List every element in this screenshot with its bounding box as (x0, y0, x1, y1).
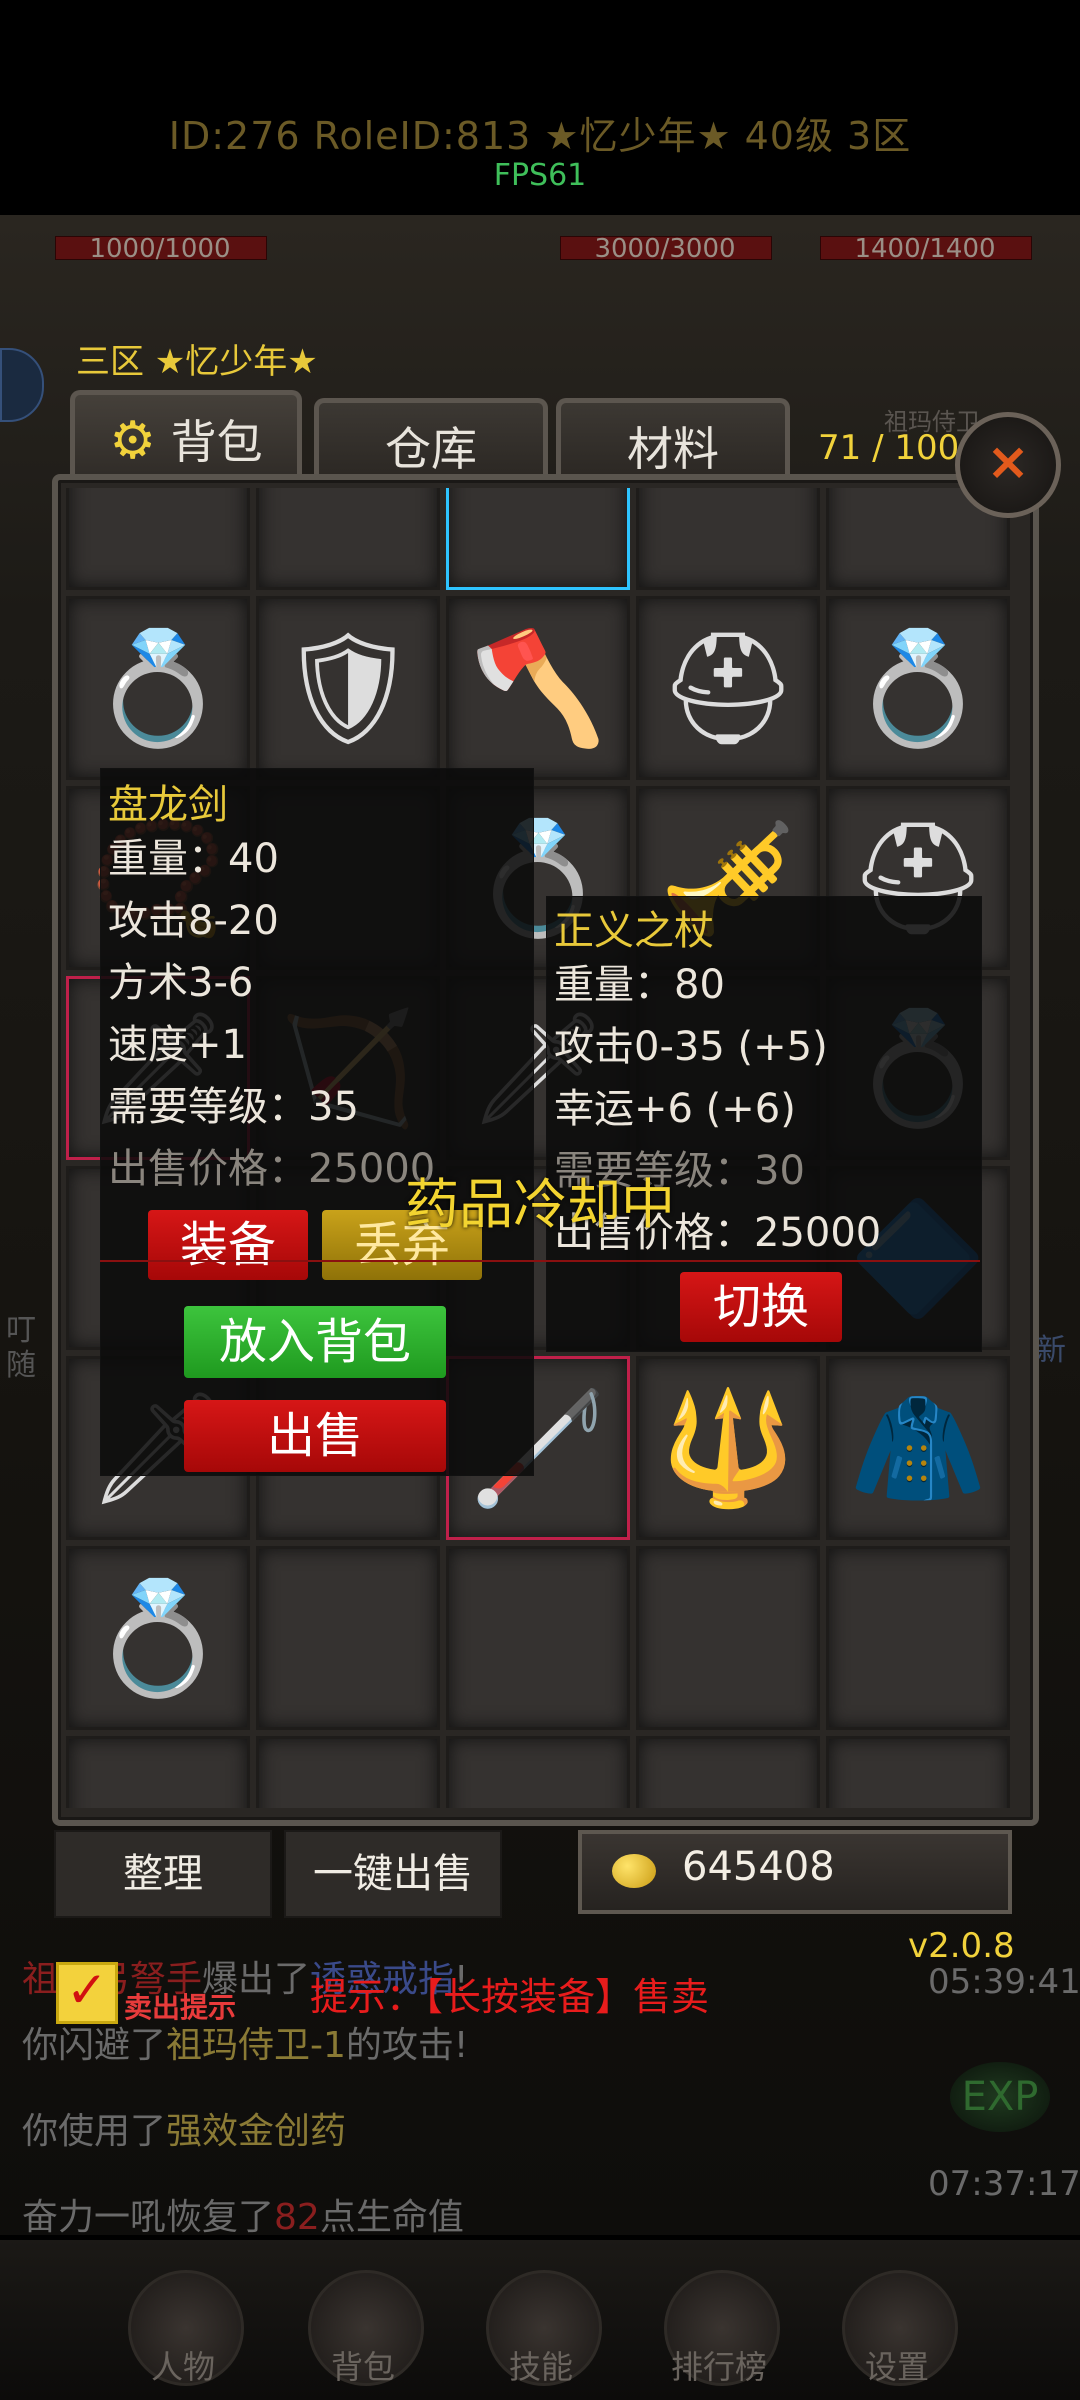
inventory-slot[interactable]: 🔱 (636, 1356, 820, 1540)
battle-axe-icon: 🪓 (469, 623, 607, 752)
stat-line: 方术3-6 (108, 960, 254, 1006)
hp-text-right: 1400/1400 (854, 234, 996, 264)
sort-button[interactable]: 整理 (54, 1830, 272, 1918)
stat-line: 攻击8-20 (108, 898, 279, 944)
inventory-slot[interactable]: 🪓 (446, 596, 630, 780)
inventory-slot[interactable] (446, 1736, 630, 1808)
server-player-name: 三区 ★忆少年★ (76, 342, 318, 382)
tooltip-left-title: 盘龙剑 (108, 782, 228, 828)
inventory-slot[interactable] (636, 1736, 820, 1808)
stat-line: 速度+1 (108, 1022, 247, 1068)
inventory-slot[interactable] (66, 1736, 250, 1808)
close-button[interactable]: × (955, 412, 1061, 518)
tab-bag[interactable]: ⚙ 背包 (70, 390, 302, 485)
gear-icon: ⚙ (109, 411, 156, 471)
cooldown-message: 药品冷却中 (405, 1173, 675, 1236)
hp-text-left: 1000/1000 (89, 234, 231, 264)
tab-materials-label: 材料 (627, 422, 719, 476)
nav-settings-label: 设置 (864, 2348, 929, 2386)
equip-button[interactable]: 装备 (148, 1210, 308, 1280)
gold-display: 645408 (578, 1830, 1012, 1914)
inventory-slot[interactable] (256, 1736, 440, 1808)
fps-counter: FPS61 (493, 158, 587, 193)
nav-skills-label: 技能 (508, 2348, 573, 2386)
armor-icon: 🛡 (278, 623, 418, 752)
gold-amount: 645408 (682, 1844, 835, 1890)
side-text-left-2: 随 (6, 1348, 36, 1383)
stat-line: 幸运+6 (+6) (554, 1086, 796, 1132)
nav-bag-label: 背包 (330, 2348, 395, 2386)
inventory-slot[interactable] (446, 488, 630, 590)
tab-bag-label: 背包 (170, 415, 263, 469)
inventory-slot[interactable] (66, 488, 250, 590)
inventory-slot[interactable] (256, 488, 440, 590)
side-text-right: 新 (1036, 1333, 1066, 1368)
inventory-slot[interactable] (446, 1546, 630, 1730)
tooltip-left-stats: 重量：40 攻击8-20 方术3-6 速度+1 需要等级：35 出售价格：250… (108, 828, 528, 1200)
gold-coin-icon (612, 1854, 656, 1888)
player-id-line: ID:276 RoleID:813 ★忆少年★ 40级 3区 (168, 114, 912, 158)
inventory-slot[interactable]: 💍 (66, 596, 250, 780)
blue-gem-ring-icon: 💍 (849, 623, 987, 752)
long-press-hint: 提示：【长按装备】售卖 (310, 1975, 710, 2019)
tab-warehouse[interactable]: 仓库 (314, 398, 548, 485)
inventory-slot[interactable]: 🛡 (256, 596, 440, 780)
robe-icon: 🧥 (849, 1383, 987, 1512)
stat-line: 重量：40 (108, 836, 279, 882)
tab-warehouse-label: 仓库 (385, 422, 477, 476)
sell-all-button[interactable]: 一键出售 (284, 1830, 502, 1918)
inventory-slot[interactable] (636, 1546, 820, 1730)
chat-timestamp-1: 05:39:41 (928, 1962, 1080, 2002)
gold-ring-icon: 💍 (89, 623, 227, 752)
tab-materials[interactable]: 材料 (556, 398, 790, 485)
chat-line-4: 奋力一吼恢复了82点生命值 (22, 2197, 464, 2238)
inventory-slot[interactable]: 💍 (66, 1546, 250, 1730)
inventory-slot[interactable] (636, 488, 820, 590)
stat-line: 攻击0-35 (+5) (554, 1024, 828, 1070)
inventory-slot[interactable]: 🧥 (826, 1356, 1010, 1540)
sell-tip-label: 卖出提示 (124, 1991, 237, 2024)
close-icon: × (986, 432, 1030, 492)
inventory-slot[interactable]: ⛑ (636, 596, 820, 780)
hp-text-mid: 3000/3000 (594, 234, 736, 264)
nav-ranking-label: 排行榜 (670, 2348, 767, 2386)
chat-line-3: 你使用了强效金创药 (22, 2111, 347, 2152)
trident-icon: 🔱 (659, 1383, 797, 1512)
version-label: v2.0.8 (908, 1926, 1015, 1966)
inventory-slot[interactable] (826, 1546, 1010, 1730)
stat-line: 重量：80 (554, 962, 725, 1008)
tooltip-right-title: 正义之杖 (554, 908, 714, 954)
exp-button[interactable]: EXP (950, 2062, 1050, 2132)
sell-button[interactable]: 出售 (184, 1400, 446, 1472)
divider (100, 1260, 980, 1262)
chat-timestamp-2: 07:37:17 (928, 2164, 1080, 2204)
helmet-icon: ⛑ (658, 623, 798, 752)
nav-character-label: 人物 (150, 2348, 215, 2386)
check-icon: ✓ (66, 1961, 108, 2019)
red-ring-icon: 💍 (89, 1573, 227, 1702)
bag-capacity: 71 / 100 (818, 428, 960, 468)
inventory-slot[interactable]: 💍 (826, 596, 1010, 780)
sell-tip-checkbox[interactable]: ✓ (56, 1962, 118, 2024)
switch-button[interactable]: 切换 (680, 1272, 842, 1342)
put-in-bag-button[interactable]: 放入背包 (184, 1306, 446, 1378)
inventory-slot[interactable] (256, 1546, 440, 1730)
inventory-slot[interactable] (826, 1736, 1010, 1808)
stat-line: 需要等级：35 (108, 1084, 359, 1130)
